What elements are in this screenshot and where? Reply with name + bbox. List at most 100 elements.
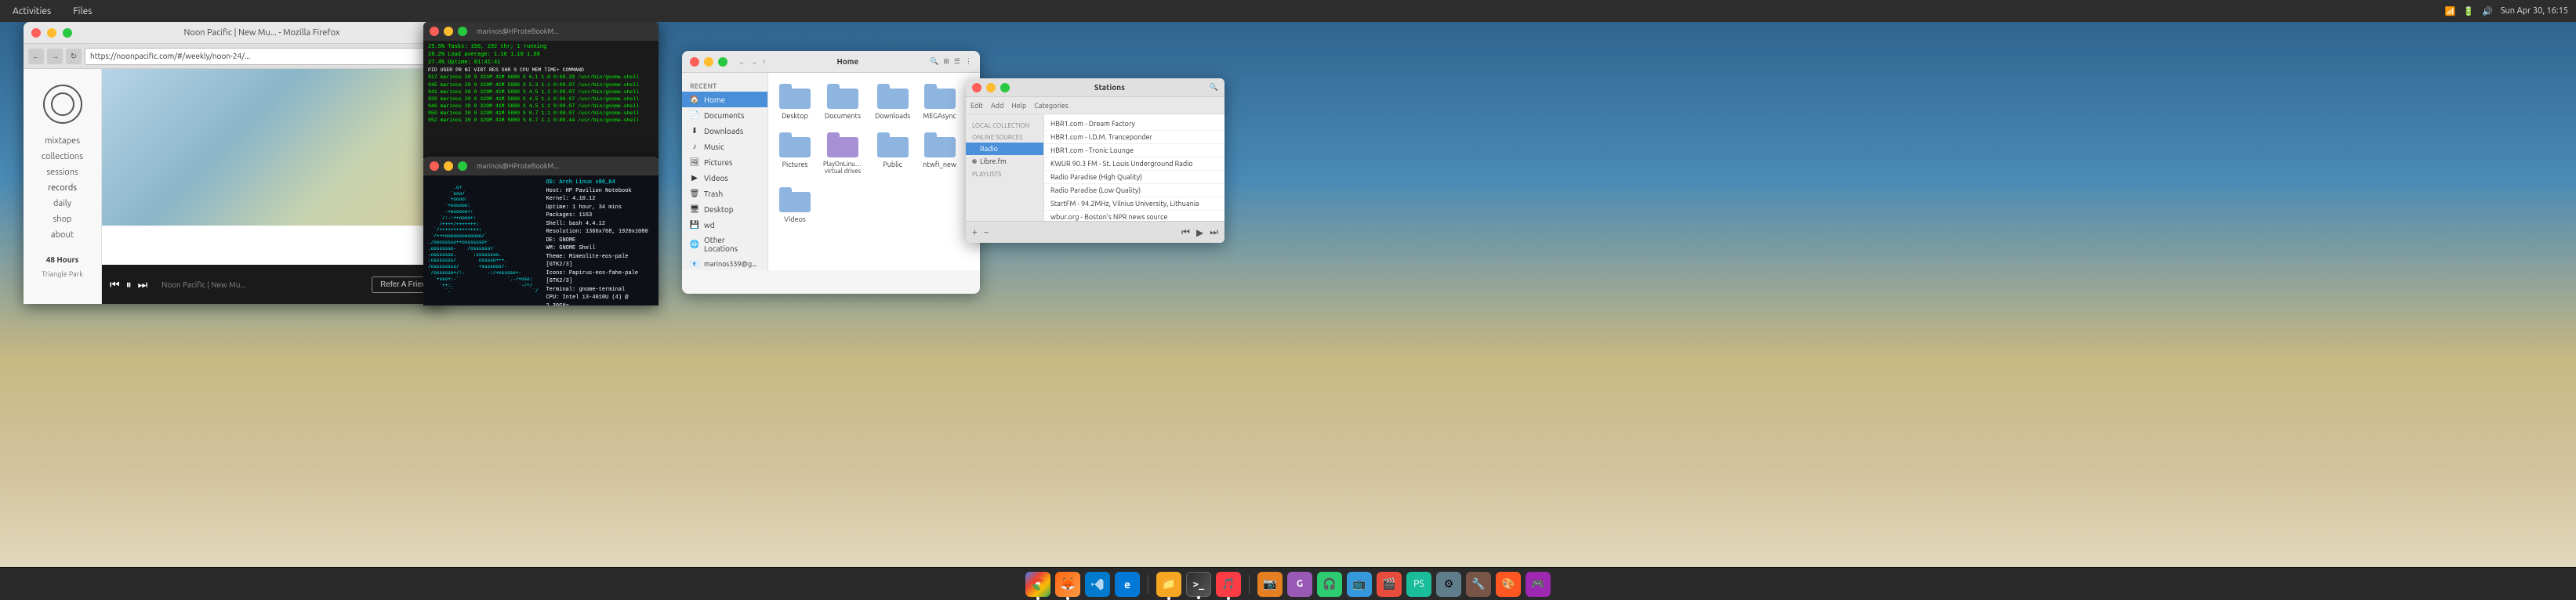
fm-item-megasync[interactable]: MEGAsync (920, 81, 960, 123)
fm-item-videos[interactable]: Videos (776, 184, 814, 226)
taskbar-apps-1[interactable]: 🎧 (1317, 572, 1342, 597)
taskbar-file-manager[interactable]: 📁 (1156, 572, 1181, 597)
taskbar-chrome[interactable] (1025, 572, 1050, 597)
terminal-2-min[interactable] (444, 161, 453, 171)
rp-min-btn[interactable] (986, 83, 996, 92)
site-nav-shop[interactable]: shop (53, 215, 72, 224)
browser-forward-btn[interactable]: → (47, 49, 63, 64)
fm-item-playonlinux[interactable]: PlayOnLinux's virtual drives (820, 129, 865, 178)
terminal-1-min[interactable] (444, 27, 453, 36)
site-nav-collections[interactable]: collections (42, 152, 83, 161)
taskbar-terminal[interactable]: >_ (1186, 572, 1211, 597)
rp-station-hbr1-idm[interactable]: HBR1.com - I.D.M. Tranceponder (1044, 131, 1225, 144)
taskbar-edge[interactable]: e (1115, 572, 1140, 597)
taskbar-music[interactable]: 🎵 (1216, 572, 1241, 597)
rp-sidebar-radio[interactable]: Radio (966, 143, 1043, 155)
browser-back-btn[interactable]: ← (28, 49, 44, 64)
taskbar-apps-6[interactable]: 🔧 (1466, 572, 1491, 597)
player-controls: ⏮ ⏸ ⏭ (110, 278, 147, 291)
site-nav-daily[interactable]: daily (53, 199, 71, 208)
taskbar-gimp[interactable]: G (1287, 572, 1312, 597)
rp-add-station-btn[interactable]: + (972, 227, 978, 237)
taskbar-firefox[interactable]: 🦊 (1055, 572, 1080, 597)
fm-sidebar-trash[interactable]: 🗑 Trash (682, 186, 767, 201)
rp-prev-btn[interactable]: ⏮ (1181, 227, 1190, 238)
documents-icon: 📄 (690, 110, 699, 120)
taskbar-apps-4[interactable]: PS (1406, 572, 1431, 597)
fm-label-desktop: Desktop (782, 112, 808, 120)
site-nav-records[interactable]: records (48, 183, 77, 193)
rp-max-btn[interactable] (1000, 83, 1010, 92)
site-nav-about[interactable]: about (51, 230, 74, 240)
rp-next-btn[interactable]: ⏭ (1210, 227, 1218, 238)
browser-max-btn[interactable] (63, 28, 72, 38)
fm-item-pictures[interactable]: Pictures (776, 129, 814, 178)
browser-min-btn[interactable] (47, 28, 56, 38)
taskbar-apps-8[interactable]: 🎮 (1526, 572, 1551, 597)
taskbar-vscode[interactable] (1085, 572, 1110, 597)
taskbar-apps-3[interactable]: 🎬 (1377, 572, 1402, 597)
fm-sidebar-pictures[interactable]: 🖼 Pictures (682, 154, 767, 170)
rp-add-btn[interactable]: Add (991, 102, 1003, 110)
fm-sidebar-documents[interactable]: 📄 Documents (682, 107, 767, 123)
browser-reload-btn[interactable]: ↻ (66, 49, 82, 64)
fm-max-btn[interactable] (718, 57, 727, 67)
browser-close-btn[interactable] (31, 28, 41, 38)
fm-item-documents[interactable]: Documents (820, 81, 865, 123)
fm-menu-icon[interactable]: ⋮ (965, 57, 972, 66)
site-nav-mixtapes[interactable]: mixtapes (45, 136, 80, 146)
files-button[interactable]: Files (68, 6, 96, 16)
fm-sidebar-wd[interactable]: 💾 wd (682, 217, 767, 233)
site-nav-sessions[interactable]: sessions (46, 168, 78, 177)
rp-station-startfm[interactable]: StartFM - 94.2MHz, Vilnius University, L… (1044, 197, 1225, 211)
rp-station-radparadise-hq[interactable]: Radio Paradise (High Quality) (1044, 171, 1225, 184)
rp-station-kwur[interactable]: KWUR 90.3 FM - St. Louis Underground Rad… (1044, 157, 1225, 171)
fm-item-public[interactable]: Public (872, 129, 913, 178)
fm-search-icon[interactable]: 🔍 (930, 57, 938, 66)
activities-button[interactable]: Activities (8, 6, 56, 16)
taskbar-apps-7[interactable]: 🎨 (1496, 572, 1521, 597)
fm-sidebar-other-locations[interactable]: 🌐 Other Locations (682, 233, 767, 256)
fm-nav-back[interactable]: ← (738, 58, 746, 66)
fm-item-desktop[interactable]: Desktop (776, 81, 814, 123)
fm-min-btn[interactable] (704, 57, 713, 67)
player-next-btn[interactable]: ⏭ (138, 278, 148, 291)
rp-edit-btn[interactable]: Edit (971, 102, 983, 110)
rp-categories-btn[interactable]: Categories (1034, 102, 1068, 110)
terminal-2-content[interactable]: .o+ `ooo/ `+oooo: `+oooooo: -+oooooo+: `… (423, 175, 659, 305)
rp-play-btn[interactable]: ▶ (1196, 227, 1203, 238)
fm-sidebar-account[interactable]: 📧 marinos339@g... (682, 256, 767, 270)
browser-address-bar[interactable]: https://noonpacific.com/#/weekly/noon-24… (85, 48, 442, 65)
fm-sidebar-desktop[interactable]: 🖥 Desktop (682, 201, 767, 217)
rp-station-hbr1-tronic[interactable]: HBR1.com - Tronic Lounge (1044, 144, 1225, 157)
terminal-2-close[interactable] (430, 161, 439, 171)
fm-view-icon[interactable]: ⊞ (943, 57, 949, 66)
player-prev-btn[interactable]: ⏮ (110, 278, 120, 291)
fm-nav-forward[interactable]: → (750, 58, 757, 66)
fm-item-downloads[interactable]: Downloads (872, 81, 913, 123)
fm-nav-up[interactable]: ↑ (762, 58, 766, 66)
terminal-2-max[interactable] (458, 161, 467, 171)
rp-remove-station-btn[interactable]: − (984, 227, 989, 237)
rp-help-btn[interactable]: Help (1011, 102, 1026, 110)
fm-sidebar-downloads[interactable]: ⬇ Downloads (682, 123, 767, 139)
rp-titlebar: Stations 🔍 (966, 78, 1225, 97)
fm-sidebar-home[interactable]: 🏠 Home (682, 92, 767, 107)
taskbar-apps-2[interactable]: 📺 (1347, 572, 1372, 597)
taskbar-photos[interactable]: 📷 (1257, 572, 1283, 597)
fm-sidebar-videos[interactable]: ▶ Videos (682, 170, 767, 186)
rp-close-btn[interactable] (972, 83, 981, 92)
rp-sidebar-librefm[interactable]: Libre.fm (966, 155, 1043, 168)
terminal-1-content[interactable]: 25.5% Tasks: 156, 192 thr; 1 running 28.… (423, 41, 659, 127)
taskbar-apps-5[interactable]: ⚙ (1436, 572, 1461, 597)
fm-close-btn[interactable] (690, 57, 699, 67)
rp-station-radparadise-lq[interactable]: Radio Paradise (Low Quality) (1044, 184, 1225, 197)
rp-search-icon[interactable]: 🔍 (1210, 83, 1218, 92)
fm-list-icon[interactable]: ☰ (954, 57, 960, 66)
fm-sidebar-music[interactable]: ♪ Music (682, 139, 767, 154)
fm-item-ntwfi[interactable]: ntwfi_new (920, 129, 960, 178)
player-play-pause-btn[interactable]: ⏸ (126, 278, 132, 291)
terminal-1-close[interactable] (430, 27, 439, 36)
terminal-1-max[interactable] (458, 27, 467, 36)
rp-station-hbr1-dream[interactable]: HBR1.com - Dream Factory (1044, 117, 1225, 131)
